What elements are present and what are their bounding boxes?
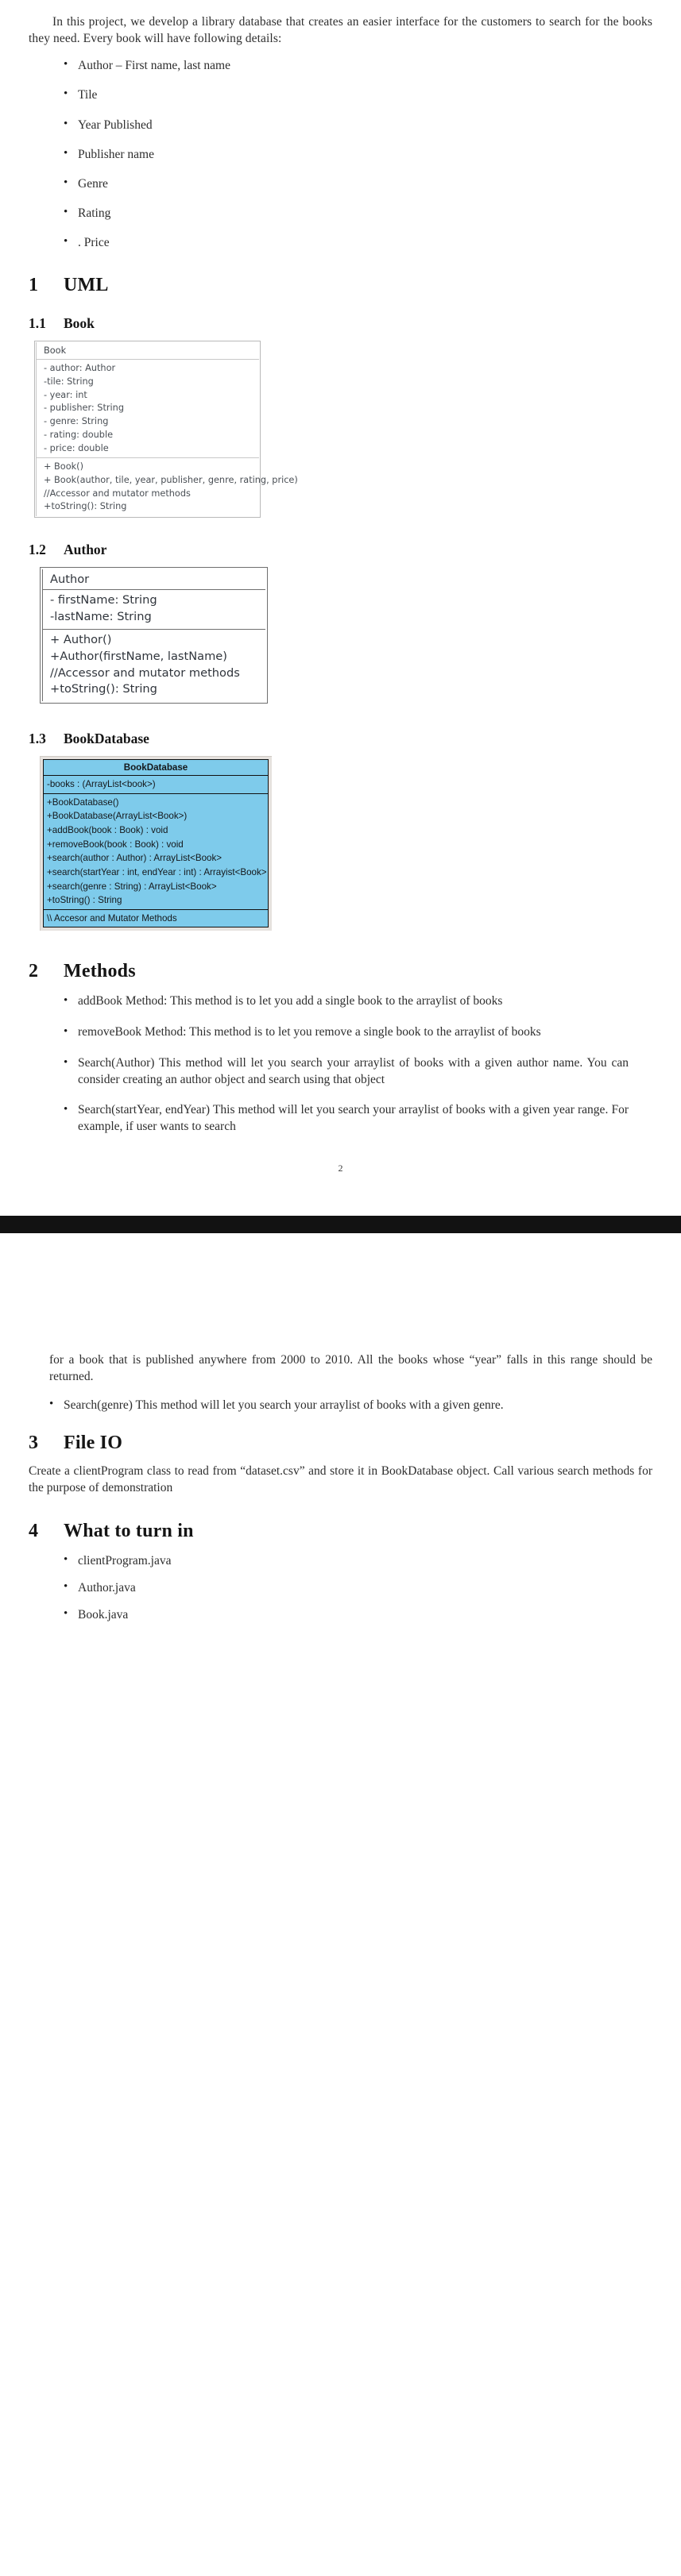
- uml-method: +addBook(book : Book) : void: [47, 825, 168, 836]
- uml-class-box-author: Author - firstName: String -lastName: St…: [40, 567, 268, 704]
- methods-bullet-list: addBook Method: This method is to let yo…: [29, 993, 652, 1136]
- list-item: Author – First name, last name: [64, 57, 652, 74]
- subsection-title: BookDatabase: [64, 731, 149, 747]
- intro-bullet-list: Author – First name, last name Tile Year…: [29, 57, 652, 251]
- uml-attributes-compartment: -books : (ArrayList<book>): [44, 776, 268, 793]
- page-break-separator: [0, 1215, 681, 1233]
- uml-attribute: - year: int: [44, 389, 87, 400]
- section-number: 3: [29, 1433, 39, 1454]
- uml-diagram-author: Author - firstName: String -lastName: St…: [29, 567, 652, 704]
- uml-attribute: - genre: String: [44, 416, 109, 427]
- uml-attributes-compartment: - firstName: String -lastName: String: [43, 590, 265, 629]
- page-bottom-whitespace: [0, 1174, 681, 1216]
- list-item: Search(startYear, endYear) This method w…: [64, 1101, 652, 1136]
- section-title: Methods: [64, 961, 136, 982]
- uml-class-box-book: Book - author: Author -tile: String - ye…: [34, 341, 298, 519]
- section-title: File IO: [64, 1433, 123, 1454]
- subsection-number: 1.3: [29, 731, 46, 747]
- continuation-bullet-list: Search(genre) This method will let you s…: [49, 1397, 652, 1413]
- list-item: Publisher name: [64, 146, 652, 163]
- uml-attribute: -books : (ArrayList<book>): [47, 779, 156, 790]
- page-2-content: for a book that is published anywhere fr…: [0, 1352, 681, 1413]
- section-heading-file-io: 3 File IO: [29, 1433, 652, 1454]
- uml-method: + Book(): [44, 461, 83, 472]
- page-2-sections: 3 File IO Create a clientProgram class to…: [0, 1433, 681, 1623]
- list-item: Tile: [64, 87, 652, 103]
- page-1-content: In this project, we develop a library da…: [0, 0, 681, 1174]
- subsection-heading-author: 1.2 Author: [29, 542, 652, 558]
- uml-class-name: Author: [43, 569, 265, 591]
- uml-attribute: -tile: String: [44, 376, 94, 387]
- uml-methods-compartment: + Author() +Author(firstName, lastName) …: [43, 628, 265, 701]
- subsection-heading-bookdatabase: 1.3 BookDatabase: [29, 731, 652, 747]
- uml-method: +search(startYear : int, endYear : int) …: [47, 866, 267, 877]
- uml-method: +BookDatabase(ArrayList<Book>): [47, 811, 188, 822]
- uml-method: +removeBook(book : Book) : void: [47, 839, 184, 850]
- list-item: Author.java: [64, 1579, 652, 1596]
- uml-comment: \\ Accesor and Mutator Methods: [47, 912, 177, 924]
- list-item: clientProgram.java: [64, 1552, 652, 1569]
- uml-attribute: - rating: double: [44, 429, 114, 440]
- list-item: Rating: [64, 205, 652, 222]
- uml-diagram-book: Book - author: Author -tile: String - ye…: [29, 341, 652, 519]
- page-number: 2: [338, 1162, 343, 1174]
- uml-class-box-bookdatabase: BookDatabase -books : (ArrayList<book>) …: [43, 759, 269, 928]
- uml-comment: //Accessor and mutator methods: [44, 488, 191, 499]
- section-number: 2: [29, 961, 39, 982]
- uml-attribute: - price: double: [44, 442, 109, 453]
- list-item: Year Published: [64, 116, 652, 133]
- uml-method: + Book(author, tile, year, publisher, ge…: [44, 474, 298, 485]
- uml-notes-compartment: \\ Accesor and Mutator Methods: [44, 908, 268, 927]
- uml-method: +toString() : String: [47, 895, 122, 906]
- uml-comment: //Accessor and mutator methods: [50, 665, 240, 680]
- uml-attribute: - author: Author: [44, 363, 116, 374]
- uml-method: +search(author : Author) : ArrayList<Boo…: [47, 853, 222, 864]
- list-item: Genre: [64, 175, 652, 192]
- subsection-title: Author: [64, 542, 107, 558]
- file-io-paragraph: Create a clientProgram class to read fro…: [29, 1464, 652, 1494]
- intro-paragraph: In this project, we develop a library da…: [29, 15, 652, 45]
- section-heading-methods: 2 Methods: [29, 961, 652, 982]
- uml-class-name: BookDatabase: [44, 760, 268, 777]
- uml-attribute: - firstName: String: [50, 593, 157, 607]
- subsection-number: 1.1: [29, 315, 46, 332]
- uml-method: +toString(): String: [50, 682, 157, 696]
- list-item: Search(genre) This method will let you s…: [49, 1397, 652, 1413]
- document-page-2: for a book that is published anywhere fr…: [0, 1232, 681, 1623]
- uml-class-name: Book: [37, 342, 259, 361]
- section-number: 4: [29, 1520, 39, 1541]
- list-item: removeBook Method: This method is to let…: [64, 1024, 652, 1041]
- uml-method: + Author(): [50, 632, 112, 646]
- subsection-heading-book: 1.1 Book: [29, 315, 652, 332]
- section-title: What to turn in: [64, 1520, 194, 1541]
- uml-attributes-compartment: - author: Author -tile: String - year: i…: [37, 360, 259, 457]
- uml-method: +search(genre : String) : ArrayList<Book…: [47, 881, 217, 892]
- list-item: Book.java: [64, 1606, 652, 1623]
- section-number: 1: [29, 275, 39, 296]
- uml-method: +Author(firstName, lastName): [50, 649, 227, 663]
- continuation-paragraph: for a book that is published anywhere fr…: [49, 1352, 652, 1383]
- uml-method: +BookDatabase(): [47, 796, 119, 808]
- section-title: UML: [64, 275, 109, 296]
- uml-attribute: - publisher: String: [44, 403, 124, 414]
- document-page-1: In this project, we develop a library da…: [0, 0, 681, 1216]
- list-item: . Price: [64, 234, 652, 251]
- subsection-title: Book: [64, 315, 95, 332]
- subsection-number: 1.2: [29, 542, 46, 558]
- list-item: addBook Method: This method is to let yo…: [64, 993, 652, 1010]
- turn-in-bullet-list: clientProgram.java Author.java Book.java: [29, 1552, 652, 1623]
- section-heading-uml: 1 UML: [29, 275, 652, 296]
- list-item: Search(Author) This method will let you …: [64, 1055, 652, 1089]
- section-heading-turn-in: 4 What to turn in: [29, 1521, 652, 1542]
- uml-methods-compartment: + Book() + Book(author, tile, year, publ…: [37, 457, 298, 516]
- uml-methods-compartment: +BookDatabase() +BookDatabase(ArrayList<…: [44, 792, 268, 909]
- uml-method: +toString(): String: [44, 501, 127, 512]
- uml-diagram-bookdatabase: BookDatabase -books : (ArrayList<book>) …: [29, 756, 652, 931]
- page-2-top-whitespace: [0, 1232, 681, 1352]
- uml-attribute: -lastName: String: [50, 609, 152, 623]
